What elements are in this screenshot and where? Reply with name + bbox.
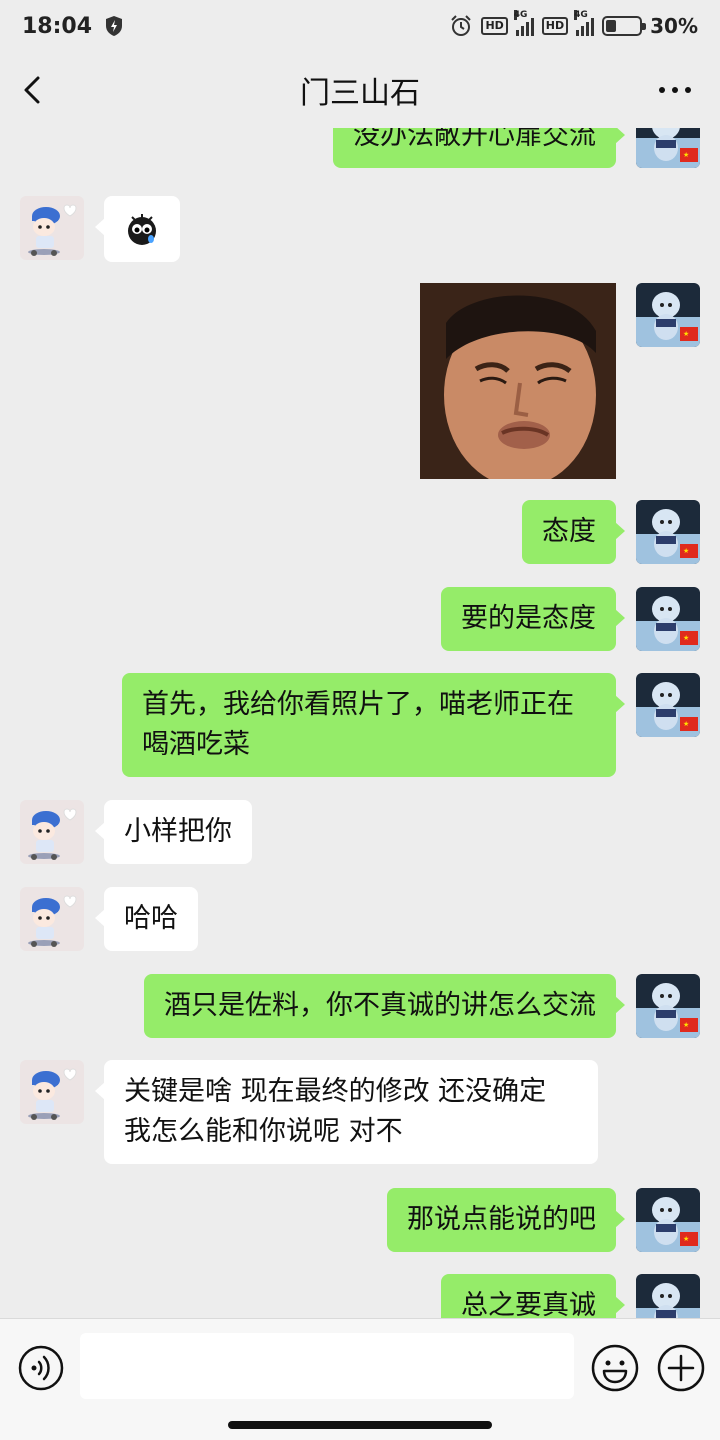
contact-avatar[interactable] (20, 1060, 84, 1124)
message-text: 那说点能说的吧 (407, 1204, 596, 1235)
message-text-input[interactable] (80, 1333, 574, 1399)
man-grimace-meme-photo-icon (420, 283, 616, 479)
status-time: 18:04 (22, 13, 93, 39)
alarm-icon (451, 15, 472, 36)
chat-title: 门三山石 (300, 76, 420, 111)
sent-message-bubble[interactable]: 没办法敞开心扉交流 (333, 128, 625, 168)
contact-avatar[interactable] (20, 887, 84, 951)
network-type-1: 4G (513, 10, 528, 20)
my-avatar[interactable] (636, 673, 700, 737)
battery-percent: 30% (650, 14, 698, 38)
hd-badge-2: HD (541, 17, 569, 35)
shield-icon (106, 16, 123, 36)
my-avatar[interactable] (636, 587, 700, 651)
message-input-bar (0, 1318, 720, 1440)
signal-icon-1: 4G (513, 10, 534, 36)
voice-input-icon[interactable] (18, 1345, 64, 1391)
sent-message-bubble[interactable]: 首先，我给你看照片了，喵老师正在喝酒吃菜 (122, 673, 625, 777)
message-text: 态度 (542, 516, 596, 547)
message-text: 哈哈 (124, 903, 178, 934)
sent-message-bubble[interactable]: 态度 (522, 500, 625, 564)
message-text: 没办法敞开心扉交流 (353, 128, 596, 151)
more-options-icon[interactable] (658, 86, 692, 94)
sent-message-bubble[interactable]: 酒只是佐料，你不真诚的讲怎么交流 (144, 974, 625, 1038)
status-bar: 18:04 HD 4G HD 4G 30% (0, 0, 720, 52)
chat-message-list[interactable]: ★ 没办法敞开心扉交流 (0, 128, 720, 1318)
battery-icon (602, 16, 647, 36)
received-message-bubble[interactable]: 哈哈 (95, 887, 198, 951)
add-more-icon[interactable] (656, 1343, 706, 1393)
message-text: 首先，我给你看照片了，喵老师正在喝酒吃菜 (142, 689, 574, 760)
message-text: 小样把你 (124, 816, 232, 847)
my-avatar[interactable] (636, 1188, 700, 1252)
status-icons: HD 4G HD 4G 30% (449, 10, 698, 38)
message-text: 要的是态度 (461, 603, 596, 634)
home-indicator[interactable] (228, 1421, 492, 1429)
contact-avatar[interactable] (20, 800, 84, 864)
crying-face-emoji-icon (128, 214, 156, 245)
sent-message-bubble[interactable]: 要的是态度 (441, 587, 625, 651)
chat-header: 门三山石 (0, 52, 720, 128)
my-avatar[interactable] (636, 500, 700, 564)
signal-icon-2: 4G (574, 10, 595, 36)
contact-avatar[interactable] (20, 196, 84, 260)
message-text: 酒只是佐料，你不真诚的讲怎么交流 (164, 990, 596, 1021)
my-avatar[interactable] (636, 283, 700, 347)
my-avatar[interactable] (636, 974, 700, 1038)
received-message-bubble[interactable]: 小样把你 (95, 800, 252, 864)
my-avatar[interactable] (636, 1274, 700, 1318)
my-avatar[interactable] (636, 128, 700, 168)
sent-image[interactable] (420, 283, 616, 479)
received-message-bubble[interactable]: 关键是啥 现在最终的修改 还没确定 我怎么能和你说呢 对不 (95, 1060, 598, 1164)
sent-message-bubble[interactable]: 总之要真诚 (441, 1274, 625, 1318)
hd-badge-1: HD (481, 17, 508, 35)
sent-message-bubble[interactable]: 那说点能说的吧 (387, 1188, 625, 1252)
emoji-icon[interactable] (590, 1343, 640, 1393)
message-text: 总之要真诚 (461, 1290, 596, 1318)
received-emoji-bubble[interactable] (95, 196, 180, 262)
message-text: 关键是啥 现在最终的修改 还没确定 我怎么能和你说呢 对不 (124, 1076, 547, 1147)
back-arrow-icon[interactable] (18, 74, 50, 106)
network-type-2: 4G (574, 10, 588, 20)
battery-fill (606, 20, 617, 32)
